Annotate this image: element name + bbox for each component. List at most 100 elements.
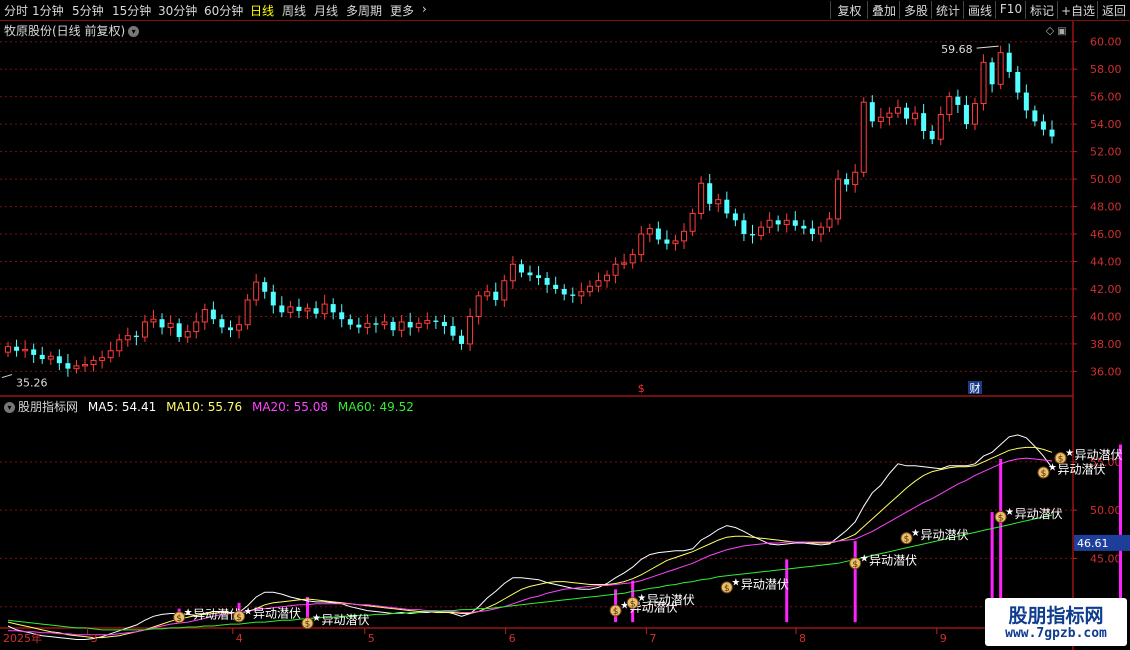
candle	[227, 320, 233, 338]
price-tick-label: 38.00	[1090, 338, 1122, 351]
candle-body	[570, 294, 576, 296]
money-bag-glyph: $	[236, 613, 242, 623]
candle-body	[304, 307, 311, 312]
candle	[894, 99, 901, 118]
candle	[980, 54, 987, 111]
candle-body	[82, 364, 89, 367]
money-bag-glyph: $	[613, 607, 619, 617]
candle	[347, 314, 353, 330]
candle	[561, 284, 567, 301]
candle	[1040, 114, 1046, 136]
candle-body	[321, 303, 328, 315]
candle	[586, 280, 593, 297]
candle-body	[398, 321, 405, 331]
candle	[612, 257, 619, 284]
candle	[715, 193, 722, 212]
candle-body	[775, 220, 781, 225]
finance-event-marker: 财	[969, 381, 980, 395]
candle-body	[595, 280, 602, 287]
candle-body	[356, 324, 362, 328]
signal-marker: $★ 异动潜伏	[900, 528, 969, 545]
star-icon: ★	[911, 528, 920, 539]
candle-body	[133, 335, 139, 338]
candle-body	[262, 282, 268, 292]
candle	[775, 215, 781, 232]
signal-label: 异动潜伏	[921, 528, 969, 542]
money-bag-glyph: $	[724, 584, 730, 594]
candle	[296, 298, 302, 318]
price-tick-label: 54.00	[1090, 118, 1122, 131]
candle-body	[886, 112, 893, 118]
candle	[116, 333, 123, 357]
candle-body	[553, 284, 559, 289]
candle-body	[433, 320, 439, 322]
candle	[47, 351, 54, 365]
high-price-label: 59.68	[941, 43, 973, 56]
candle	[31, 343, 37, 364]
candle	[844, 173, 850, 192]
candle-body	[536, 275, 542, 278]
candle	[638, 225, 645, 262]
candle-body	[638, 233, 645, 256]
candle	[553, 276, 559, 294]
candle	[963, 95, 969, 129]
candle	[689, 208, 696, 237]
candle-body	[167, 322, 174, 328]
candle-body	[629, 254, 636, 264]
candle	[904, 102, 910, 125]
candle-body	[313, 308, 319, 314]
candle-body	[107, 350, 114, 359]
candle-body	[655, 228, 661, 240]
candle	[373, 317, 379, 333]
candle-body	[715, 199, 722, 205]
watermark-url: www.7gpzb.com	[1005, 626, 1107, 641]
candle-body	[749, 234, 755, 236]
price-tick-label: 52.00	[1090, 146, 1122, 159]
star-icon: ★	[1005, 507, 1014, 518]
money-bag-glyph: $	[1041, 469, 1047, 479]
candle-body	[1023, 92, 1029, 111]
signal-label: 异动潜伏	[741, 577, 789, 591]
candle-body	[946, 96, 953, 116]
candle-body	[184, 331, 191, 338]
money-bag-glyph: $	[305, 620, 311, 630]
candle-body	[244, 299, 251, 326]
candle	[835, 169, 842, 225]
candle	[937, 106, 944, 146]
candle-body	[390, 321, 396, 331]
candle-body	[339, 312, 345, 320]
candle-body	[544, 277, 550, 285]
time-axis-month-label: 5	[368, 632, 375, 645]
candle-body	[518, 264, 524, 273]
ma-line-ma10	[7, 446, 1053, 639]
candle-body	[116, 339, 123, 352]
candle	[398, 314, 405, 338]
star-icon: ★	[1065, 448, 1074, 459]
candle	[390, 317, 396, 337]
candle	[732, 208, 738, 227]
candle	[287, 300, 294, 319]
candle	[518, 259, 524, 278]
candle-body	[1015, 71, 1021, 93]
candle-body	[894, 107, 901, 114]
candle-body	[150, 318, 157, 323]
candle-body	[955, 96, 961, 105]
candle-body	[31, 349, 37, 355]
candle-body	[330, 304, 336, 313]
star-icon: ★	[244, 606, 253, 617]
candle	[210, 301, 216, 325]
candle	[570, 287, 576, 303]
candle-body	[99, 357, 106, 361]
candle	[1015, 66, 1021, 100]
candle	[150, 309, 157, 328]
price-tick-label: 60.00	[1090, 36, 1122, 49]
candle	[869, 95, 875, 128]
candle-body	[527, 272, 533, 276]
money-bag-glyph: $	[998, 513, 1004, 523]
candle	[90, 355, 97, 372]
candle-body	[664, 239, 670, 244]
candle	[801, 219, 807, 235]
current-value-tag: 46.61	[1077, 537, 1109, 550]
ma-line-ma5	[7, 434, 1053, 640]
window-icon: ▣	[1057, 26, 1066, 37]
